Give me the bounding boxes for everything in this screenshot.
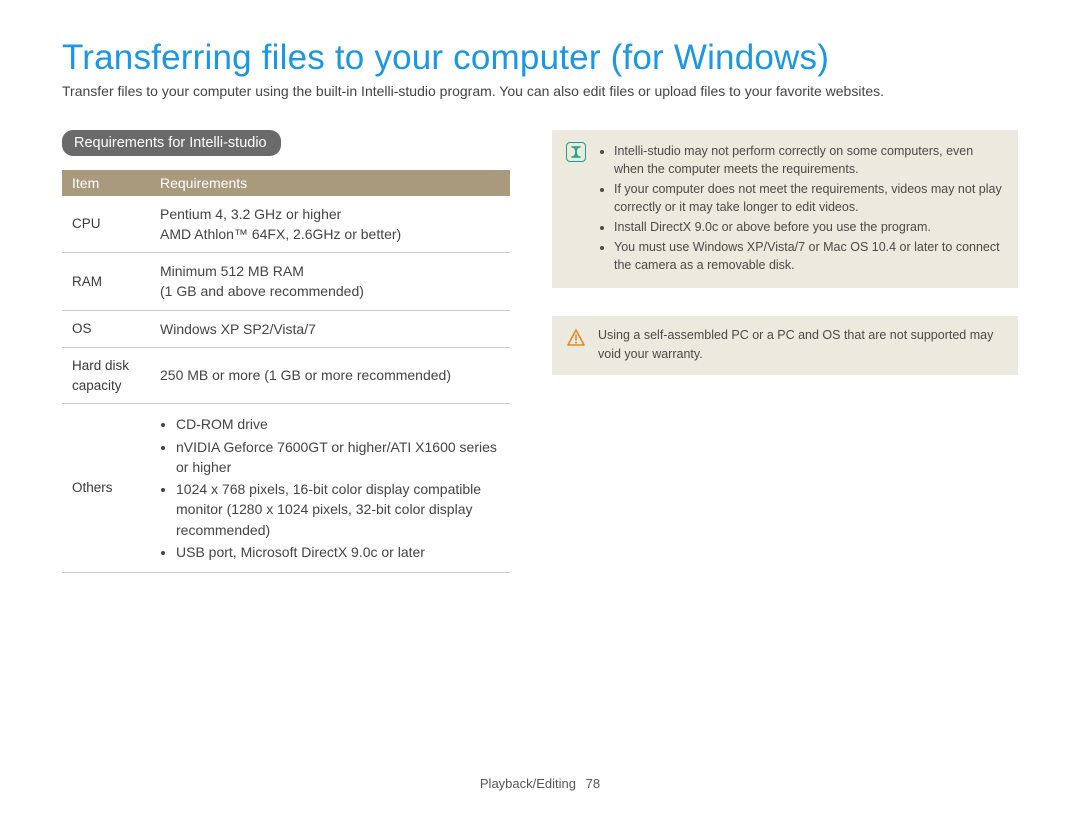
table-head-requirements: Requirements [150, 170, 510, 196]
page-title: Transferring files to your computer (for… [62, 38, 1018, 78]
intro-text: Transfer files to your computer using th… [62, 82, 1018, 102]
table-row: CPU Pentium 4, 3.2 GHz or higher AMD Ath… [62, 196, 510, 253]
footer-page-number: 78 [586, 776, 600, 791]
cpu-line2: AMD Athlon™ 64FX, 2.6GHz or better) [160, 224, 502, 244]
info-bullet-4: You must use Windows XP/Vista/7 or Mac O… [614, 238, 1004, 274]
others-bullet-3: 1024 x 768 pixels, 16-bit color display … [176, 479, 502, 540]
ram-line2: (1 GB and above recommended) [160, 281, 502, 301]
row-label-others: Others [62, 404, 150, 573]
footer-section: Playback/Editing [480, 776, 576, 791]
table-row: RAM Minimum 512 MB RAM (1 GB and above r… [62, 253, 510, 311]
info-icon [566, 142, 586, 162]
row-label-ram: RAM [62, 253, 150, 311]
section-heading-pill: Requirements for Intelli-studio [62, 130, 281, 156]
warning-icon [566, 328, 586, 348]
right-column: Intelli-studio may not perform correctly… [552, 130, 1018, 574]
table-row: Hard disk capacity 250 MB or more (1 GB … [62, 348, 510, 404]
info-bullet-3: Install DirectX 9.0c or above before you… [614, 218, 1004, 236]
requirements-table: Item Requirements CPU Pentium 4, 3.2 GHz… [62, 170, 510, 574]
info-bullet-1: Intelli-studio may not perform correctly… [614, 142, 1004, 178]
ram-line1: Minimum 512 MB RAM [160, 261, 502, 281]
row-value-cpu: Pentium 4, 3.2 GHz or higher AMD Athlon™… [150, 196, 510, 253]
warning-note-box: Using a self-assembled PC or a PC and OS… [552, 316, 1018, 374]
row-label-hdd: Hard disk capacity [62, 348, 150, 404]
others-bullet-1: CD-ROM drive [176, 414, 502, 434]
info-note-box: Intelli-studio may not perform correctly… [552, 130, 1018, 289]
table-row: OS Windows XP SP2/Vista/7 [62, 310, 510, 347]
row-value-hdd: 250 MB or more (1 GB or more recommended… [150, 348, 510, 404]
left-column: Requirements for Intelli-studio Item Req… [62, 130, 510, 574]
table-row: Others CD-ROM drive nVIDIA Geforce 7600G… [62, 404, 510, 573]
row-value-others: CD-ROM drive nVIDIA Geforce 7600GT or hi… [150, 404, 510, 573]
row-value-os: Windows XP SP2/Vista/7 [150, 310, 510, 347]
page-footer: Playback/Editing 78 [0, 776, 1080, 791]
cpu-line1: Pentium 4, 3.2 GHz or higher [160, 204, 502, 224]
others-bullet-4: USB port, Microsoft DirectX 9.0c or late… [176, 542, 502, 562]
others-bullet-2: nVIDIA Geforce 7600GT or higher/ATI X160… [176, 437, 502, 478]
info-bullet-2: If your computer does not meet the requi… [614, 180, 1004, 216]
row-label-cpu: CPU [62, 196, 150, 253]
table-head-item: Item [62, 170, 150, 196]
row-value-ram: Minimum 512 MB RAM (1 GB and above recom… [150, 253, 510, 311]
row-label-os: OS [62, 310, 150, 347]
warning-text: Using a self-assembled PC or a PC and OS… [598, 326, 1004, 362]
